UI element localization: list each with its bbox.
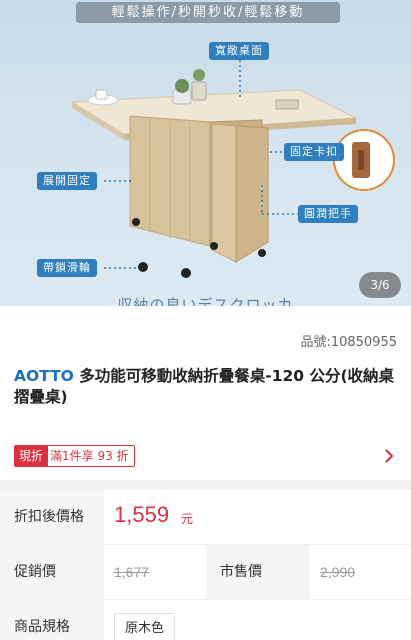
product-image-carousel[interactable]: 輕鬆操作/秒開秒收/輕鬆移動 寬敞桌面 固定卡扣 展開固定 圓潤把手 帶鎖滑輪 … [0,0,411,306]
sale-price-row: 促銷價 1,677 市售價 2,990 [0,545,411,600]
callout-round-handle: 圓潤把手 [298,205,358,223]
section-divider [0,480,411,490]
callout-fixed-clip: 固定卡扣 [284,143,344,161]
promo-text: 滿1件享 93 折 [44,445,135,467]
callout-lock-wheels: 帶鎖滑輪 [37,259,97,277]
discount-price-label: 折扣後價格 [0,490,104,545]
callout-wide-top: 寬敞桌面 [209,42,269,60]
spec-label: 商品規格 [0,600,104,640]
chevron-right-icon[interactable] [379,446,399,466]
product-sku: 品號:10850955 [300,335,397,350]
brand-link[interactable]: AOTTO [14,367,74,385]
spec-row: 商品規格 原木色 [0,600,411,640]
discount-price-row: 折扣後價格 1,559 元 [0,490,411,545]
image-counter: 3/6 [359,272,401,298]
promo-row[interactable]: 現折 滿1件享 93 折 [0,440,411,476]
callout-expand-fix: 展開固定 [37,172,97,190]
sale-price-value: 1,677 [114,564,150,580]
spec-option-chip[interactable]: 原木色 [114,613,176,640]
market-price-label: 市售價 [206,545,310,600]
promo-badge: 現折 [14,445,49,467]
product-title: AOTTO 多功能可移動收納折疊餐桌-120 公分(收納桌 摺疊桌) [14,366,399,408]
sale-price-label: 促銷價 [0,545,104,600]
price-spec-table: 折扣後價格 1,559 元 促銷價 1,677 市售價 2,990 商品規格 原… [0,490,411,640]
discount-price-value: 1,559 [114,502,170,527]
hero-caption: 収納の良いデスクロッカ [117,296,294,306]
discount-price-unit: 元 [181,512,194,526]
market-price-value: 2,990 [320,564,356,580]
